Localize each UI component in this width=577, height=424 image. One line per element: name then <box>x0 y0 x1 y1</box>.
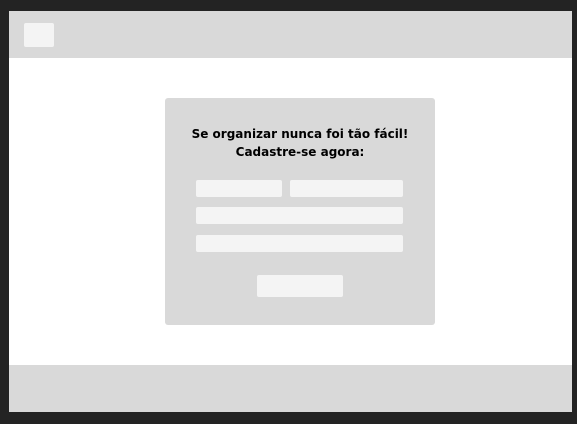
signup-title-line-1: Se organizar nunca foi tão fácil! <box>191 127 409 141</box>
submit-button[interactable] <box>257 275 343 297</box>
password-input[interactable] <box>196 235 403 252</box>
signup-title-line-2: Cadastre-se agora: <box>235 145 365 159</box>
logo-placeholder[interactable] <box>24 23 54 47</box>
signup-card: Se organizar nunca foi tão fácil! Cadast… <box>165 98 435 325</box>
email-input[interactable] <box>196 207 403 224</box>
browser-frame: Se organizar nunca foi tão fácil! Cadast… <box>9 11 572 412</box>
footer-bar <box>9 365 572 412</box>
signup-title: Se organizar nunca foi tão fácil! Cadast… <box>165 125 435 161</box>
last-name-input[interactable] <box>290 180 403 197</box>
header-bar <box>9 11 572 58</box>
first-name-input[interactable] <box>196 180 282 197</box>
